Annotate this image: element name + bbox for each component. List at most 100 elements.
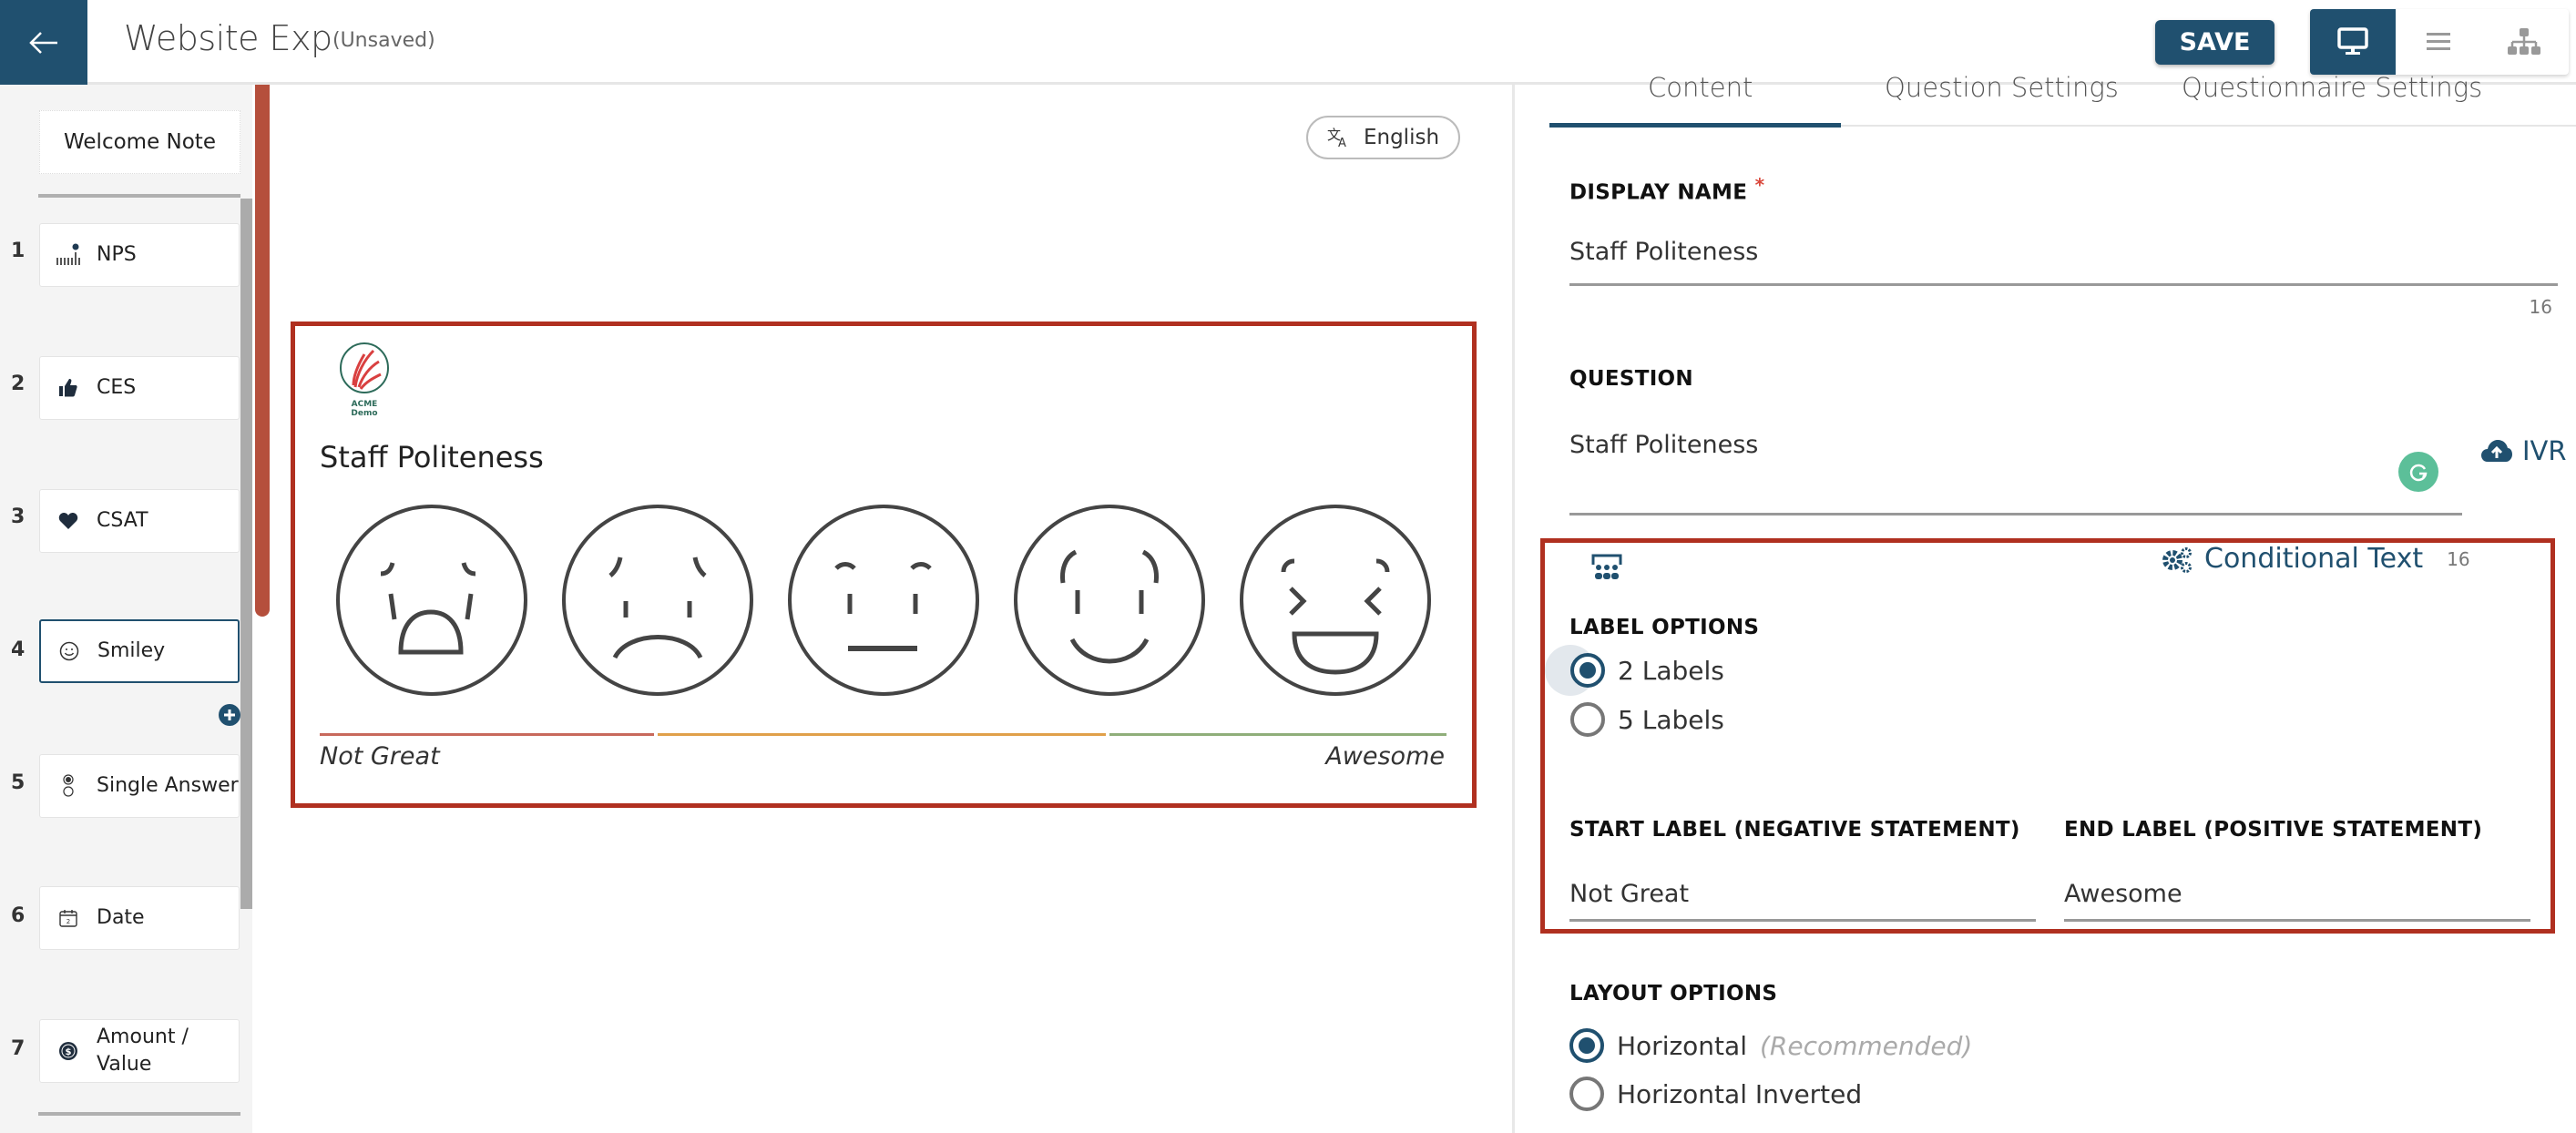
display-name-char-count: 16 [2529, 296, 2552, 318]
start-label-input[interactable]: Not Great [1569, 880, 1689, 908]
settings-panel: Content Question Settings Questionnaire … [1515, 72, 2576, 1133]
grammarly-button[interactable] [2398, 452, 2438, 492]
tab-content[interactable]: Content [1648, 72, 1753, 103]
sidebar-item-ces[interactable]: CES [39, 356, 240, 420]
layout-option-horizontal-inverted[interactable]: Horizontal Inverted [1569, 1077, 1862, 1111]
scale-bar-negative [320, 733, 654, 736]
layout-option-horizontal[interactable]: Horizontal (Recommended) [1569, 1028, 1972, 1063]
question-number: 2 [11, 373, 26, 395]
translate-icon: 文A [1327, 127, 1346, 148]
sidebar-item-amount-value[interactable]: $ Amount / Value [39, 1019, 240, 1083]
radio-choice-icon [40, 773, 97, 799]
question-number: 5 [11, 771, 26, 794]
back-button[interactable] [0, 0, 87, 85]
desktop-view-button[interactable] [2310, 9, 2396, 75]
label-options-section: Conditional Text 16 LABEL OPTIONS 2 Labe… [1540, 538, 2555, 934]
monitor-icon [2337, 27, 2368, 55]
conditional-text-label: Conditional Text [2204, 543, 2424, 575]
company-logo: ACME Demo [337, 342, 392, 418]
sidebar-item-date[interactable]: 2 Date [39, 886, 240, 950]
smiley-icon [41, 641, 97, 661]
tab-questionnaire-settings[interactable]: Questionnaire Settings [2182, 72, 2482, 103]
thumbs-up-icon [40, 378, 97, 398]
question-underline [1569, 513, 2462, 515]
radio-unchecked[interactable] [1569, 1077, 1604, 1111]
svg-text:2: 2 [66, 918, 70, 925]
end-label-input[interactable]: Awesome [2064, 880, 2182, 908]
question-number: 7 [11, 1037, 26, 1060]
radio-label: 5 Labels [1618, 704, 1724, 735]
save-status: (Unsaved) [332, 29, 435, 52]
sidebar-item-label: CSAT [97, 509, 148, 532]
face-very-happy[interactable] [1238, 503, 1433, 698]
radio-checked[interactable] [1569, 1028, 1604, 1063]
sidebar-item-smiley[interactable]: Smiley [39, 619, 240, 683]
question-preview-card[interactable]: ACME Demo Staff Politeness Not Great Awe… [291, 322, 1477, 808]
view-mode-toggle [2310, 9, 2569, 75]
question-input[interactable]: Staff Politeness [1569, 431, 1758, 459]
face-neutral[interactable] [786, 503, 981, 698]
display-name-label: DISPLAY NAME * [1569, 174, 1764, 205]
start-label-underline [1569, 919, 2036, 922]
label-option-5-labels[interactable]: 5 Labels [1570, 702, 1724, 737]
conditional-text-button[interactable]: Conditional Text 16 [2161, 543, 2470, 575]
label-option-2-labels[interactable]: 2 Labels [1570, 653, 1724, 688]
display-name-label-text: DISPLAY NAME [1569, 180, 1748, 205]
preview-scrollbar[interactable] [255, 85, 270, 617]
face-happy[interactable] [1012, 503, 1207, 698]
end-label-title: END LABEL (POSITIVE STATEMENT) [2064, 818, 2483, 842]
start-label-title: START LABEL (NEGATIVE STATEMENT) [1569, 818, 2020, 842]
language-button[interactable]: 文A English [1306, 116, 1460, 159]
preview-question-text: Staff Politeness [320, 440, 544, 475]
page-title: Website Exp [124, 18, 332, 58]
list-icon [2427, 33, 2450, 50]
welcome-note-item[interactable]: Welcome Note [39, 110, 240, 174]
dollar-icon: $ [40, 1041, 97, 1061]
question-number: 6 [11, 904, 26, 927]
radio-checked[interactable] [1570, 653, 1605, 688]
plus-icon [224, 709, 235, 720]
svg-text:A: A [1338, 137, 1346, 148]
sidebar-item-label: NPS [97, 243, 137, 266]
ivr-upload-button[interactable]: IVR [2480, 435, 2567, 466]
grammarly-icon [2409, 464, 2428, 482]
sitemap-icon [2508, 28, 2540, 55]
calendar-icon: 2 [40, 908, 97, 928]
question-label: QUESTION [1569, 367, 1693, 391]
smiley-scale [334, 503, 1431, 703]
radio-label: 2 Labels [1618, 655, 1724, 686]
face-very-unhappy[interactable] [334, 503, 529, 698]
sidebar-item-csat[interactable]: CSAT [39, 489, 240, 553]
tab-question-settings[interactable]: Question Settings [1885, 72, 2119, 103]
active-tab-indicator [1549, 123, 1841, 128]
sidebar-item-nps[interactable]: NPS [39, 223, 240, 287]
gears-icon [2162, 546, 2192, 573]
scale-bar-neutral [658, 733, 1106, 736]
display-name-underline [1569, 283, 2558, 286]
question-number: 1 [11, 240, 26, 262]
sidebar-item-label: Smiley [97, 639, 166, 662]
conditional-char-count: 16 [2447, 547, 2470, 570]
heart-icon [40, 512, 97, 530]
language-label: English [1363, 126, 1440, 149]
add-question-button[interactable] [219, 704, 240, 726]
radio-unchecked[interactable] [1570, 702, 1605, 737]
sidebar-scrollbar[interactable] [240, 199, 252, 909]
display-name-input[interactable]: Staff Politeness [1569, 238, 1758, 266]
recommended-note: (Recommended) [1759, 1030, 1973, 1061]
hierarchy-icon[interactable] [1590, 552, 1623, 581]
sidebar-divider [38, 1112, 240, 1116]
save-button[interactable]: SAVE [2155, 20, 2274, 65]
ivr-label: IVR [2522, 435, 2567, 466]
sidebar-item-label: Single Answer [97, 774, 239, 797]
sidebar-item-single-answer[interactable]: Single Answer [39, 754, 240, 818]
list-view-button[interactable] [2396, 9, 2481, 75]
radio-label: Horizontal Inverted [1617, 1078, 1863, 1109]
acme-logo-icon [340, 342, 389, 393]
question-number: 4 [11, 638, 26, 661]
nps-scale-icon [40, 243, 97, 267]
flow-view-button[interactable] [2481, 9, 2567, 75]
arrow-left-icon [29, 31, 57, 54]
cloud-upload-icon [2481, 440, 2512, 462]
face-unhappy[interactable] [560, 503, 755, 698]
